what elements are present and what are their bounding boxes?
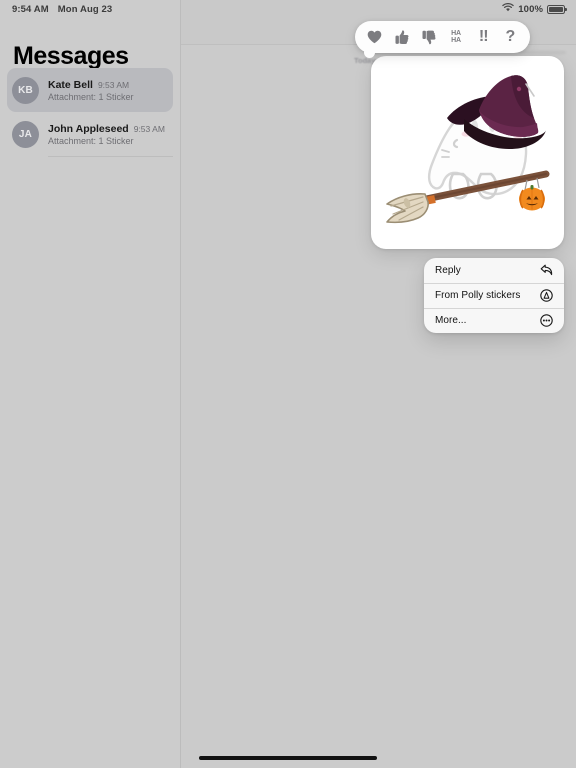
double-exclamation-glyph: !! [478,28,489,45]
haha-line-1: HA [451,29,461,37]
status-bar-time: 9:54 AM [12,3,49,15]
conversation-row-john-appleseed[interactable]: JA John Appleseed 9:53 AM Attachment: 1 … [7,112,173,156]
double-exclamation-icon[interactable]: !! [472,26,494,48]
context-menu-item-reply[interactable]: Reply [424,258,564,283]
heart-icon[interactable] [364,26,386,48]
status-bar-date: Mon Aug 23 [57,3,113,15]
context-menu-label: More... [435,314,467,326]
battery-full-icon [547,4,567,14]
avatar: KB [12,76,39,104]
messages-app-screen: 9:54 AM Mon Aug 23 100% Messages KB Kate… [0,0,576,768]
contact-name: John Appleseed [48,122,129,135]
context-menu-label: Reply [435,264,461,276]
sidebar-divider [179,0,180,768]
conversation-text: Kate Bell 9:53 AM Attachment: 1 Sticker [48,79,168,102]
message-time: 9:53 AM [97,79,130,90]
page-title: Messages [13,42,129,70]
battery-percent-label: 100% [518,3,543,15]
app-store-icon [540,289,553,302]
status-bar-right: 100% [502,3,576,15]
haha-line-2: HA [451,37,461,44]
message-time: 9:53 AM [133,123,165,134]
thumbs-up-icon[interactable] [391,26,413,48]
status-bar-left: 9:54 AM Mon Aug 23 [0,4,112,15]
contact-name: Kate Bell [48,78,93,91]
conversation-row-kate-bell[interactable]: KB Kate Bell 9:53 AM Attachment: 1 Stick… [7,68,173,112]
message-preview: Attachment: 1 Sticker [48,135,134,146]
conversation-header: Kate Bell 9:53 AM [48,79,168,91]
list-separator [48,156,173,157]
sidebar: Messages KB Kate Bell 9:53 AM Attachment… [0,0,180,768]
context-menu-item-more[interactable]: More... [424,308,564,333]
sticker-message-card[interactable] [371,56,564,249]
context-menu-label: From Polly stickers [435,289,521,301]
status-bar: 9:54 AM Mon Aug 23 100% [0,0,576,18]
avatar: JA [12,120,39,148]
wifi-icon [502,3,515,15]
context-menu-item-from-polly-stickers[interactable]: From Polly stickers [424,283,564,308]
pumpkin [519,185,545,211]
message-context-menu[interactable]: Reply From Polly stickers More... [424,258,564,333]
message-preview: Attachment: 1 Sticker [48,91,134,102]
thumbs-down-icon[interactable] [418,26,440,48]
haha-icon[interactable]: HA HA [445,26,467,48]
question-mark-glyph: ? [505,28,516,45]
home-indicator[interactable] [199,756,377,760]
tapback-reaction-bar[interactable]: HA HA !! ? [355,21,530,58]
question-mark-icon[interactable]: ? [499,26,521,48]
conversation-header: John Appleseed 9:53 AM [48,123,168,135]
ghost-witch-sticker [386,75,550,224]
conversation-list: KB Kate Bell 9:53 AM Attachment: 1 Stick… [0,68,180,157]
reply-arrow-icon [540,264,553,277]
conversation-text: John Appleseed 9:53 AM Attachment: 1 Sti… [48,123,168,146]
ellipsis-circle-icon [540,314,553,327]
